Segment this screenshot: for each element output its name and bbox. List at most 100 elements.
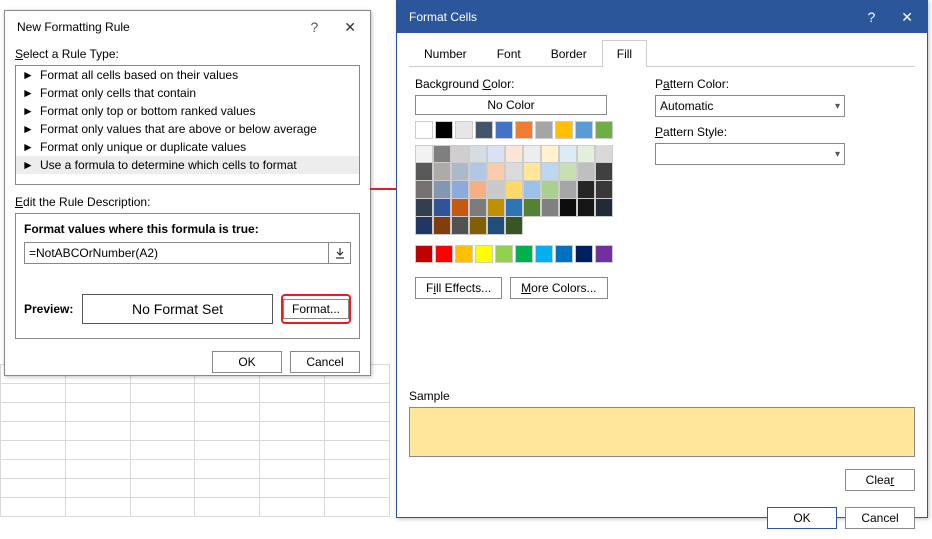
color-swatch[interactable] xyxy=(523,199,541,217)
color-swatch[interactable] xyxy=(523,163,541,181)
color-swatch[interactable] xyxy=(575,245,593,263)
color-swatch[interactable] xyxy=(469,199,487,217)
color-swatch[interactable] xyxy=(577,163,595,181)
color-swatch[interactable] xyxy=(469,163,487,181)
color-swatch[interactable] xyxy=(487,199,505,217)
color-swatch[interactable] xyxy=(559,181,577,199)
color-swatch[interactable] xyxy=(469,181,487,199)
cancel-button[interactable]: Cancel xyxy=(290,351,360,373)
color-swatch[interactable] xyxy=(487,163,505,181)
color-swatch[interactable] xyxy=(577,145,595,163)
color-swatch[interactable] xyxy=(451,217,469,235)
color-swatch[interactable] xyxy=(415,145,433,163)
color-swatch[interactable] xyxy=(595,181,613,199)
titlebar: New Formatting Rule ? ✕ xyxy=(5,11,370,43)
color-swatch[interactable] xyxy=(495,121,513,139)
color-swatch[interactable] xyxy=(541,181,559,199)
color-swatch[interactable] xyxy=(541,199,559,217)
color-swatch[interactable] xyxy=(451,199,469,217)
rule-type-list[interactable]: ►Format all cells based on their values … xyxy=(15,65,360,185)
color-swatch[interactable] xyxy=(433,199,451,217)
color-swatch[interactable] xyxy=(595,245,613,263)
color-swatch[interactable] xyxy=(505,163,523,181)
color-swatch[interactable] xyxy=(475,245,493,263)
color-swatch[interactable] xyxy=(559,199,577,217)
color-swatch[interactable] xyxy=(523,181,541,199)
color-swatch[interactable] xyxy=(433,163,451,181)
color-swatch[interactable] xyxy=(595,163,613,181)
color-swatch[interactable] xyxy=(433,217,451,235)
color-swatch[interactable] xyxy=(415,245,433,263)
color-swatch[interactable] xyxy=(487,181,505,199)
cancel-button[interactable]: Cancel xyxy=(845,507,915,529)
color-swatch[interactable] xyxy=(515,121,533,139)
no-color-button[interactable]: No Color xyxy=(415,95,607,115)
more-colors-button[interactable]: More Colors... xyxy=(510,277,607,299)
ok-button[interactable]: OK xyxy=(212,351,282,373)
color-swatch[interactable] xyxy=(535,245,553,263)
tab-number[interactable]: Number xyxy=(409,40,482,67)
color-swatch[interactable] xyxy=(433,145,451,163)
fill-effects-button[interactable]: Fill Effects... xyxy=(415,277,502,299)
color-swatch[interactable] xyxy=(555,121,573,139)
help-icon[interactable]: ? xyxy=(867,9,875,25)
color-swatch[interactable] xyxy=(559,163,577,181)
color-swatch[interactable] xyxy=(415,181,433,199)
color-swatch[interactable] xyxy=(535,121,553,139)
color-swatch[interactable] xyxy=(577,181,595,199)
tab-font[interactable]: Font xyxy=(482,40,536,67)
format-button[interactable]: Format... xyxy=(283,299,349,319)
rule-type-item[interactable]: ►Format only unique or duplicate values xyxy=(16,138,359,156)
close-icon[interactable]: ✕ xyxy=(338,17,362,38)
clear-button[interactable]: Clear xyxy=(845,469,915,491)
color-swatch[interactable] xyxy=(487,217,505,235)
rule-type-item[interactable]: ►Use a formula to determine which cells … xyxy=(16,156,359,174)
color-swatch[interactable] xyxy=(595,145,613,163)
color-swatch[interactable] xyxy=(541,145,559,163)
color-swatch[interactable] xyxy=(595,199,613,217)
color-swatch[interactable] xyxy=(495,245,513,263)
rule-type-item[interactable]: ►Format only top or bottom ranked values xyxy=(16,102,359,120)
color-swatch[interactable] xyxy=(595,121,613,139)
color-swatch[interactable] xyxy=(475,121,493,139)
color-swatch[interactable] xyxy=(469,145,487,163)
help-icon[interactable]: ? xyxy=(310,19,318,35)
rule-type-item[interactable]: ►Format only values that are above or be… xyxy=(16,120,359,138)
tab-border[interactable]: Border xyxy=(536,40,602,67)
color-swatch[interactable] xyxy=(455,245,473,263)
color-swatch[interactable] xyxy=(415,121,433,139)
color-swatch[interactable] xyxy=(505,145,523,163)
spreadsheet-grid xyxy=(0,364,390,520)
color-swatch[interactable] xyxy=(541,163,559,181)
color-swatch[interactable] xyxy=(515,245,533,263)
color-swatch[interactable] xyxy=(469,217,487,235)
formula-input[interactable] xyxy=(24,242,329,264)
color-swatch[interactable] xyxy=(505,181,523,199)
close-icon[interactable]: ✕ xyxy=(895,7,919,28)
pattern-color-combo[interactable]: Automatic ▾ xyxy=(655,95,845,117)
color-swatch[interactable] xyxy=(487,145,505,163)
range-picker-icon[interactable] xyxy=(329,242,351,264)
color-swatch[interactable] xyxy=(523,145,541,163)
color-swatch[interactable] xyxy=(433,181,451,199)
pattern-style-combo[interactable]: ▾ xyxy=(655,143,845,165)
color-swatch[interactable] xyxy=(559,145,577,163)
color-swatch[interactable] xyxy=(505,217,523,235)
color-swatch[interactable] xyxy=(505,199,523,217)
color-swatch[interactable] xyxy=(451,145,469,163)
tab-fill[interactable]: Fill xyxy=(602,40,647,67)
color-swatch[interactable] xyxy=(575,121,593,139)
color-swatch[interactable] xyxy=(415,217,433,235)
color-swatch[interactable] xyxy=(577,199,595,217)
color-swatch[interactable] xyxy=(435,121,453,139)
color-swatch[interactable] xyxy=(451,163,469,181)
rule-type-item[interactable]: ►Format all cells based on their values xyxy=(16,66,359,84)
color-swatch[interactable] xyxy=(451,181,469,199)
color-swatch[interactable] xyxy=(555,245,573,263)
color-swatch[interactable] xyxy=(435,245,453,263)
color-swatch[interactable] xyxy=(415,199,433,217)
color-swatch[interactable] xyxy=(415,163,433,181)
rule-type-item[interactable]: ►Format only cells that contain xyxy=(16,84,359,102)
color-swatch[interactable] xyxy=(455,121,473,139)
ok-button[interactable]: OK xyxy=(767,507,837,529)
